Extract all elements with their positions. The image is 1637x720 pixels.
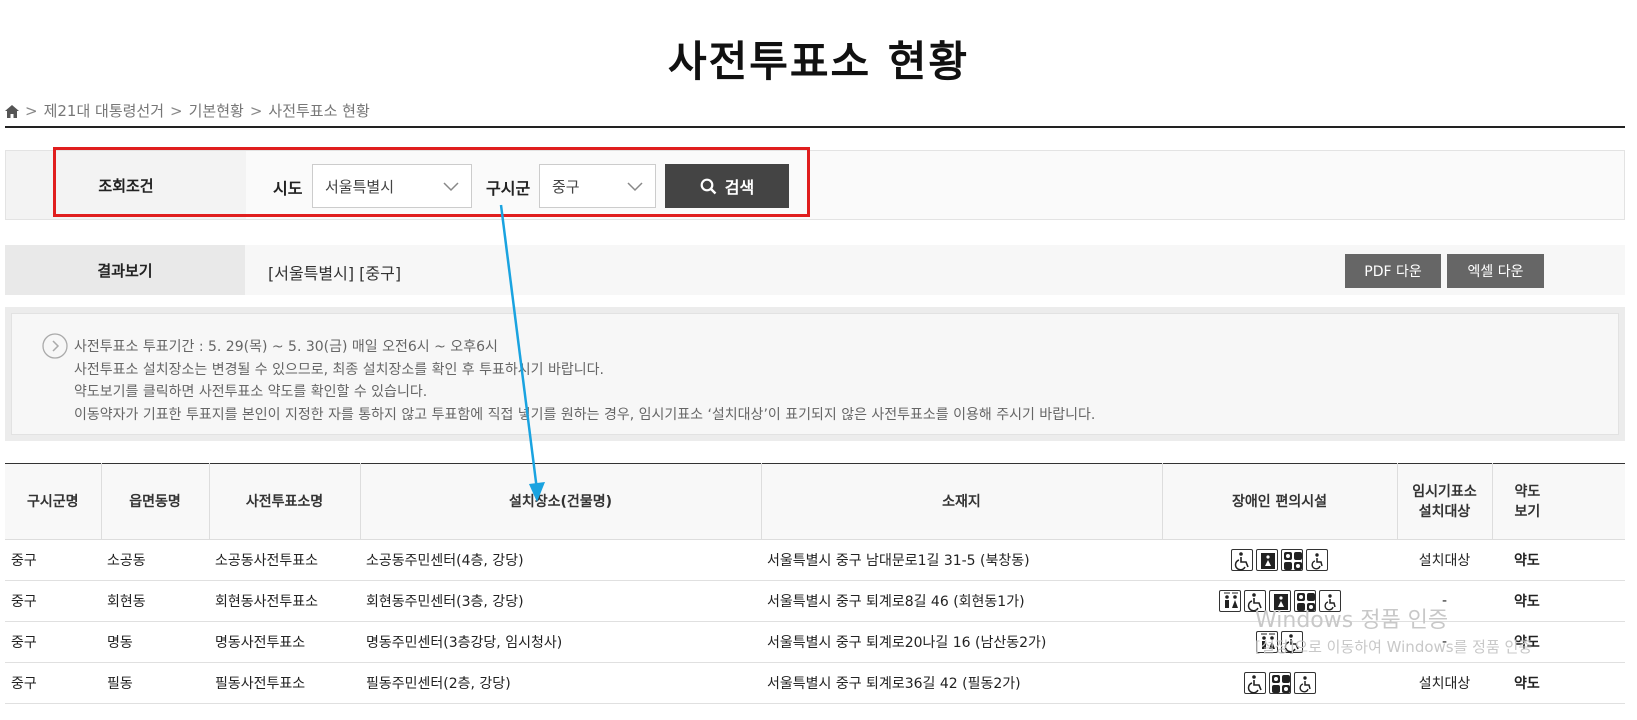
- cell-station-name: 필동사전투표소: [209, 662, 360, 704]
- map-link[interactable]: 약도: [1492, 662, 1625, 704]
- result-value: [서울특별시] [중구]: [268, 264, 402, 283]
- windows-activation-watermark-sub: [설정]으로 이동하여 Windows를 정품 인증: [1255, 638, 1533, 656]
- col-header-temp-booth-line2: 설치대상: [1418, 503, 1471, 520]
- notice-box: 사전투표소 투표기간 : 5. 29(목) ~ 5. 30(금) 매일 오전6시…: [5, 307, 1625, 441]
- excel-download-button[interactable]: 엑셀 다운: [1447, 254, 1544, 288]
- cell-temp-booth: 설치대상: [1397, 539, 1492, 581]
- cell-address: 서울특별시 중구 퇴계로36길 42 (필동2가): [761, 662, 1162, 704]
- cell-dong: 회현동: [101, 580, 209, 622]
- col-header-temp-booth: 임시기표소 설치대상: [1397, 463, 1493, 540]
- page-title: 사전투표소 현황: [667, 37, 970, 86]
- breadcrumb-separator: >: [25, 101, 38, 120]
- cell-gu: 중구: [5, 580, 101, 622]
- cell-dong: 소공동: [101, 539, 209, 581]
- title-divider: [5, 126, 1625, 128]
- col-header-facilities: 장애인 편의시설: [1162, 463, 1398, 540]
- cell-place: 필동주민센터(2층, 강당): [360, 662, 761, 704]
- notice-line: 약도보기를 클릭하면 사전투표소 약도를 확인할 수 있습니다.: [74, 384, 428, 400]
- col-header-gu: 구시군명: [5, 463, 102, 540]
- col-header-map-line1: 약도: [1514, 483, 1541, 500]
- table-row: 중구 소공동 소공동사전투표소 소공동주민센터(4층, 강당) 서울특별시 중구 남대문…: [5, 539, 1625, 581]
- col-header-address: 소재지: [761, 463, 1163, 540]
- accessible-toilet-icon: [1293, 672, 1316, 694]
- windows-activation-watermark: Windows 정품 인증: [1255, 608, 1449, 633]
- col-header-temp-booth-line1: 임시기표소: [1412, 483, 1477, 500]
- wheelchair-icon: [1231, 549, 1253, 571]
- table-row: 중구 필동 필동사전투표소 필동주민센터(2층, 강당) 서울특별시 중구 퇴계로36길…: [5, 662, 1625, 704]
- polling-station-table: 구시군명 읍면동명 사전투표소명 설치장소(건물명) 소재지 장애인 편의시설 …: [5, 463, 1625, 704]
- chevron-right-circle-icon: [42, 333, 68, 359]
- breadcrumb-separator: >: [249, 101, 263, 120]
- highlight-box: [53, 147, 810, 217]
- cell-place: 회현동주민센터(3층, 강당): [360, 580, 761, 622]
- cell-address: 서울특별시 중구 퇴계로8길 46 (회현동1가): [761, 580, 1162, 622]
- table-header-row: 구시군명 읍면동명 사전투표소명 설치장소(건물명) 소재지 장애인 편의시설 …: [5, 463, 1625, 540]
- wheelchair-icon: [1243, 672, 1266, 694]
- notice-line: 사전투표소 투표기간 : 5. 29(목) ~ 5. 30(금) 매일 오전6시…: [74, 339, 498, 355]
- braille-icon: [1268, 672, 1291, 694]
- pdf-download-button[interactable]: PDF 다운: [1345, 254, 1441, 288]
- cell-dong: 명동: [101, 621, 209, 663]
- cell-station-name: 회현동사전투표소: [209, 580, 360, 622]
- cell-dong: 필동: [101, 662, 209, 704]
- result-bar: 결과보기 [서울특별시] [중구] PDF 다운 엑셀 다운: [5, 245, 1625, 295]
- cell-temp-booth: 설치대상: [1397, 662, 1492, 704]
- cell-gu: 중구: [5, 621, 101, 663]
- col-header-place: 설치장소(건물명): [360, 463, 762, 540]
- braille-icon: [1281, 549, 1303, 571]
- cell-facilities: [1162, 539, 1397, 581]
- home-icon[interactable]: [5, 104, 19, 118]
- breadcrumb-item-election[interactable]: 제21대 대통령선거: [44, 100, 164, 121]
- cell-facilities: [1162, 662, 1397, 704]
- breadcrumb-item-current: 사전투표소 현황: [268, 102, 370, 120]
- cell-station-name: 소공동사전투표소: [209, 539, 360, 581]
- accessible-toilet-icon: [1306, 549, 1328, 571]
- col-header-station-name: 사전투표소명: [209, 463, 361, 540]
- elevator-icon: [1256, 549, 1278, 571]
- notice-line: 사전투표소 설치장소는 변경될 수 있으므로, 최종 설치장소를 확인 후 투표…: [74, 361, 604, 378]
- col-header-map-line2: 보기: [1514, 503, 1541, 520]
- cell-gu: 중구: [5, 662, 101, 704]
- map-link[interactable]: 약도: [1492, 539, 1625, 581]
- cell-station-name: 명동사전투표소: [209, 621, 360, 663]
- breadcrumb: > 제21대 대통령선거 > 기본현황 > 사전투표소 현황: [5, 100, 370, 121]
- breadcrumb-item-basic-status[interactable]: 기본현황: [189, 100, 244, 121]
- col-header-map: 약도 보기: [1492, 463, 1625, 540]
- cell-gu: 중구: [5, 539, 101, 581]
- cell-place: 명동주민센터(3층강당, 임시청사): [360, 621, 761, 663]
- cell-address: 서울특별시 중구 남대문로1길 31-5 (북창동): [761, 539, 1162, 581]
- notice-line: 이동약자가 기표한 투표지를 본인이 지정한 자를 통하지 않고 투표함에 직접…: [74, 406, 1096, 423]
- restroom-icon: [1218, 590, 1241, 612]
- result-label: 결과보기: [5, 245, 245, 295]
- map-link[interactable]: 약도: [1492, 580, 1625, 622]
- cell-address: 서울특별시 중구 퇴계로20나길 16 (남산동2가): [761, 621, 1162, 663]
- breadcrumb-separator: >: [170, 101, 183, 120]
- col-header-dong: 읍면동명: [101, 463, 210, 540]
- cell-place: 소공동주민센터(4층, 강당): [360, 539, 761, 581]
